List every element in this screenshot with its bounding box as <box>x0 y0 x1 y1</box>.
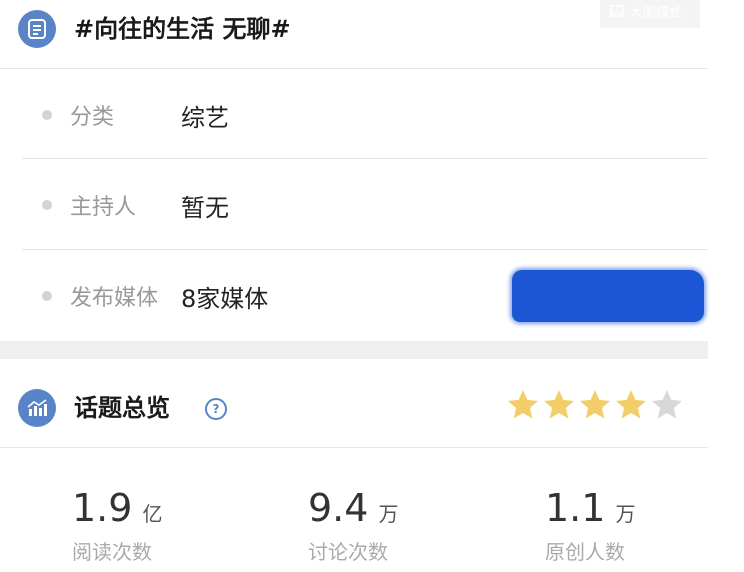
bullet-dot <box>42 200 52 210</box>
info-row-host: 主持人 暂无 <box>0 159 708 249</box>
row-label: 分类 <box>70 105 115 130</box>
rating-stars <box>505 387 685 423</box>
bar-chart-icon <box>18 389 56 427</box>
stat-label: 讨论次数 <box>308 540 388 564</box>
view-mode-button[interactable]: 大图模式 <box>600 0 700 28</box>
star-filled-icon <box>544 390 574 419</box>
stat-value: 1.1 <box>545 486 606 530</box>
stat-label: 原创人数 <box>545 540 625 564</box>
stat-label: 阅读次数 <box>72 540 152 564</box>
view-mode-label: 大图模式 <box>630 6 683 21</box>
stat-original-authors: 1.1 万 原创人数 <box>545 486 744 565</box>
bullet-dot <box>42 110 52 120</box>
overview-title: 话题总览 <box>74 394 170 422</box>
topic-title: #向往的生活 无聊# <box>74 15 291 43</box>
image-icon <box>610 0 624 28</box>
divider <box>0 447 708 448</box>
row-label: 发布媒体 <box>70 286 159 311</box>
row-value: 8家媒体 <box>181 285 269 313</box>
redaction-scribble <box>512 270 704 322</box>
row-value: 综艺 <box>181 104 229 132</box>
stat-unit: 亿 <box>142 502 163 526</box>
info-row-category: 分类 综艺 <box>0 69 708 159</box>
bullet-dot <box>42 291 52 301</box>
stat-value: 1.9 <box>72 486 133 530</box>
star-filled-icon <box>508 390 538 419</box>
topic-header: #向往的生活 无聊# 大图模式 <box>0 0 708 68</box>
section-gap <box>0 341 708 359</box>
row-value: 暂无 <box>181 194 229 222</box>
stat-unit: 万 <box>378 502 399 526</box>
star-empty-icon <box>652 390 682 419</box>
star-filled-icon <box>616 390 646 419</box>
list-doc-icon <box>18 10 56 48</box>
question-icon[interactable]: ? <box>205 398 227 420</box>
stat-reads: 1.9 亿 阅读次数 <box>72 486 272 565</box>
overview-header: 话题总览 ? <box>0 359 708 447</box>
stat-discussions: 9.4 万 讨论次数 <box>308 486 508 565</box>
row-label: 主持人 <box>70 195 137 220</box>
stat-unit: 万 <box>615 502 636 526</box>
stat-value: 9.4 <box>308 486 369 530</box>
star-filled-icon <box>580 390 610 419</box>
